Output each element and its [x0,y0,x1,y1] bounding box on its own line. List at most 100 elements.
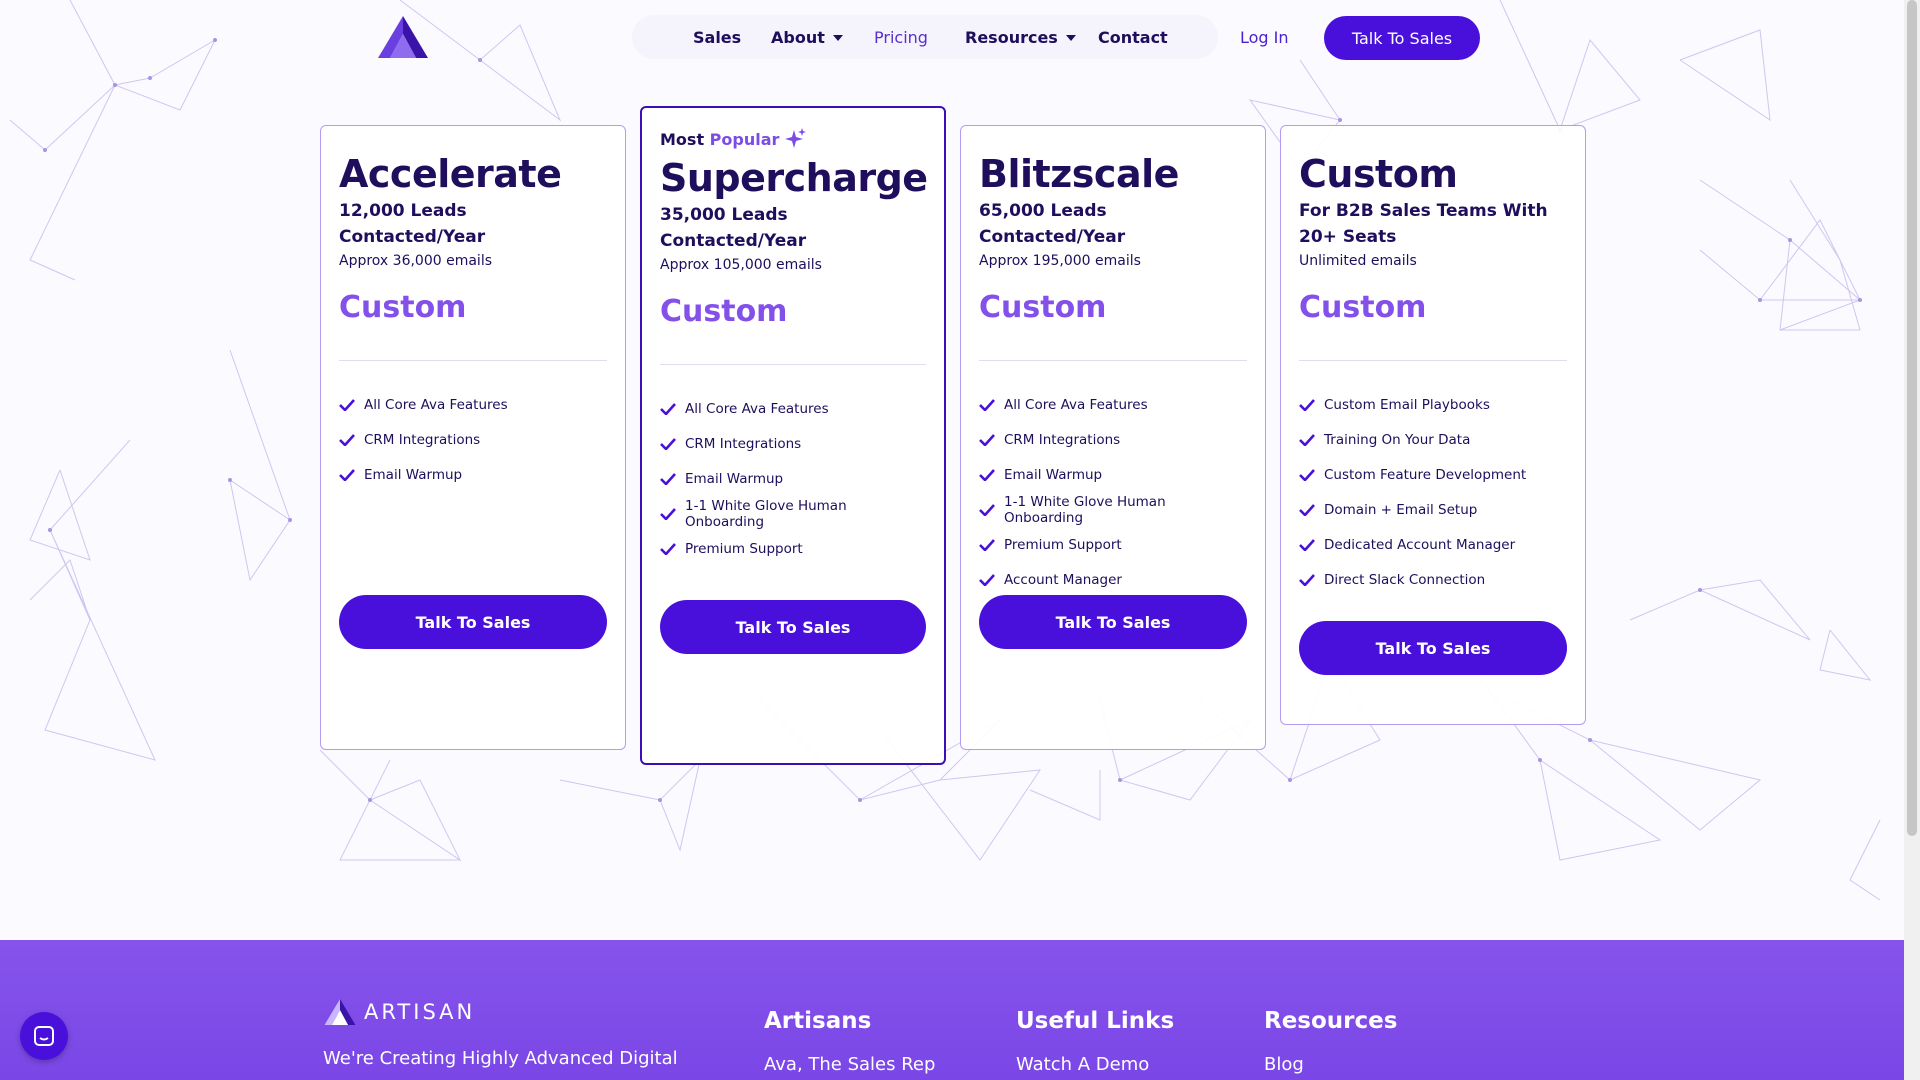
check-icon [1299,433,1315,446]
footer-link[interactable]: Blog [1264,1054,1304,1075]
footer-tagline: We're Creating Highly Advanced Digital [323,1048,678,1069]
check-icon [1299,398,1315,411]
feature-label: Email Warmup [364,466,463,483]
divider [1299,360,1567,361]
plan-leads: 12,000 Leads Contacted/Year [339,201,486,247]
feature-list: All Core Ava Features CRM Integrations E… [339,387,607,492]
talk-to-sales-button[interactable]: Talk To Sales [1299,621,1567,675]
sparkle-icon [785,128,807,148]
feature-label: CRM Integrations [685,435,802,452]
plan-price: Custom [979,290,1107,325]
nav-contact[interactable]: Contact [1098,28,1168,48]
plan-emails: Approx 36,000 emails [339,253,493,269]
footer-logo[interactable]: ARTISAN [324,999,475,1025]
plan-emails: Approx 195,000 emails [979,253,1141,269]
check-icon [1299,573,1315,586]
feature-item: Account Manager [979,562,1247,597]
feature-item: Custom Email Playbooks [1299,387,1567,422]
plan-leads: 65,000 Leads Contacted/Year [979,201,1126,247]
nav-resources[interactable]: Resources [965,28,1076,48]
feature-label: Account Manager [1004,571,1122,588]
check-icon [660,402,676,415]
feature-item: Premium Support [660,531,926,566]
plan-name: Supercharge [660,156,928,200]
feature-item: All Core Ava Features [660,391,926,426]
check-icon [1299,468,1315,481]
check-icon [979,398,995,411]
feature-item: Training On Your Data [1299,422,1567,457]
caret-down-icon [832,35,843,41]
footer-heading-resources: Resources [1264,1008,1398,1034]
most-popular-badge: Most Popular [660,128,926,150]
feature-item: Email Warmup [979,457,1247,492]
footer-brand: ARTISAN [364,1000,476,1024]
feature-item: All Core Ava Features [339,387,607,422]
feature-label: CRM Integrations [364,431,481,448]
feature-label: 1-1 White Glove Human Onboarding [1004,493,1166,526]
feature-label: All Core Ava Features [364,396,508,413]
scrollbar-thumb[interactable] [1907,0,1917,836]
feature-label: Training On Your Data [1324,431,1471,448]
chat-icon [34,1026,54,1046]
nav-pricing[interactable]: Pricing [874,28,928,48]
feature-label: All Core Ava Features [1004,396,1148,413]
feature-item: Custom Feature Development [1299,457,1567,492]
badge-word: Popular [709,129,780,149]
feature-label: Custom Feature Development [1324,466,1527,483]
footer-heading-useful-links: Useful Links [1016,1008,1175,1034]
footer-link[interactable]: Watch A Demo [1016,1054,1149,1075]
feature-list: All Core Ava Features CRM Integrations E… [660,391,926,566]
feature-list: All Core Ava Features CRM Integrations E… [979,387,1247,597]
plan-price: Custom [1299,290,1427,325]
nav-about[interactable]: About [771,28,843,48]
divider [979,360,1247,361]
header-talk-to-sales-button[interactable]: Talk To Sales [1324,16,1480,60]
feature-label: Domain + Email Setup [1324,501,1478,518]
talk-to-sales-button[interactable]: Talk To Sales [339,595,607,649]
feature-item: Email Warmup [339,457,607,492]
feature-item: CRM Integrations [339,422,607,457]
login-link[interactable]: Log In [1240,28,1289,48]
nav-contact-label: Contact [1098,28,1168,47]
feature-label: 1-1 White Glove Human Onboarding [685,497,847,530]
plan-price: Custom [660,294,788,329]
check-icon [339,468,355,481]
check-icon [979,538,995,551]
plan-name: Blitzscale [979,152,1179,196]
divider [339,360,607,361]
plan-leads: For B2B Sales Teams With 20+ Seats [1299,201,1548,247]
feature-item: CRM Integrations [660,426,926,461]
feature-label: Email Warmup [685,470,784,487]
nav-pricing-label: Pricing [874,28,928,47]
footer: ARTISAN We're Creating Highly Advanced D… [0,940,1904,1080]
feature-item: Premium Support [979,527,1247,562]
feature-label: Direct Slack Connection [1324,571,1486,588]
feature-item: All Core Ava Features [979,387,1247,422]
check-icon [979,433,995,446]
check-icon [1299,538,1315,551]
divider [660,364,926,365]
plan-name: Accelerate [339,152,562,196]
feature-label: Premium Support [685,540,803,557]
feature-item: CRM Integrations [979,422,1247,457]
feature-list: Custom Email Playbooks Training On Your … [1299,387,1567,597]
plan-card-supercharge: Most Popular Supercharge 35,000 Leads Co… [640,106,946,765]
feature-label: Email Warmup [1004,466,1103,483]
nav-about-label: About [771,28,825,47]
scrollbar[interactable] [1904,0,1920,1080]
plan-card-custom: Custom For B2B Sales Teams With 20+ Seat… [1280,125,1586,725]
artisan-logo[interactable] [378,16,428,58]
feature-item: 1-1 White Glove Human Onboarding [660,496,926,531]
feature-label: Custom Email Playbooks [1324,396,1490,413]
plan-emails: Unlimited emails [1299,253,1417,269]
chat-launcher-button[interactable] [20,1012,68,1060]
check-icon [660,507,676,520]
footer-link[interactable]: Ava, The Sales Rep [764,1054,935,1075]
talk-to-sales-button[interactable]: Talk To Sales [660,600,926,654]
talk-to-sales-button[interactable]: Talk To Sales [979,595,1247,649]
nav-sales[interactable]: Sales [693,28,741,48]
check-icon [660,542,676,555]
feature-item: Domain + Email Setup [1299,492,1567,527]
plan-price: Custom [339,290,467,325]
nav-resources-label: Resources [965,28,1058,47]
